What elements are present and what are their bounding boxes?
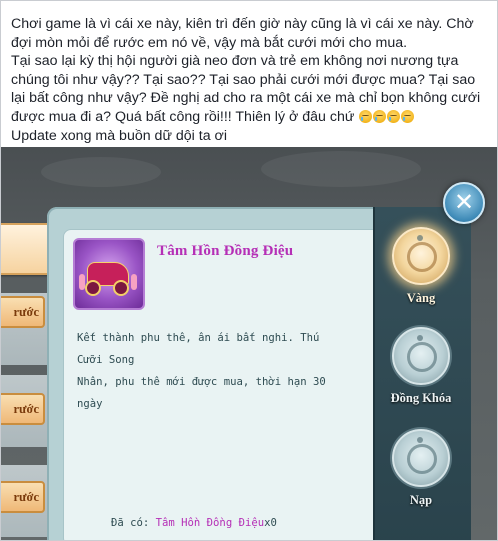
- tab-nap[interactable]: Nạp: [383, 429, 459, 508]
- background-texture: [261, 151, 421, 187]
- wedding-carriage-icon: [73, 238, 145, 310]
- description-line: Kết thành phu thê, ân ái bất nghi. Thú C…: [77, 332, 320, 366]
- figure: [79, 274, 85, 290]
- owned-number: x0: [264, 517, 277, 529]
- post-line: lại bất công như vậy? Đề nghị ad cho ra …: [11, 90, 481, 107]
- owned-item-name: Tâm Hồn Đồng Điệu: [155, 517, 265, 529]
- tab-label: Đồng Khóa: [390, 391, 452, 405]
- medal-dot: [417, 235, 423, 241]
- bound-copper-coin-icon: [392, 327, 450, 385]
- medal-ring: [407, 444, 437, 474]
- facebook-post: Chơi game là vì cái xe này, kiên trì đến…: [0, 0, 498, 541]
- sad-tear-face-icon: [373, 109, 387, 123]
- tab-vang[interactable]: Vàng: [383, 227, 459, 306]
- close-icon: ✕: [453, 188, 475, 216]
- sad-tear-face-icon: [387, 109, 401, 123]
- sad-tear-face-icon: [359, 109, 373, 123]
- tab-label: Vàng: [406, 291, 436, 305]
- recharge-coin-icon: [392, 429, 450, 487]
- tab-dong-khoa[interactable]: Đồng Khóa: [383, 327, 459, 406]
- post-line: được mua đi a? Quá bất công rồi!!! Thiên…: [11, 108, 355, 125]
- post-line: Tại sao lại kỳ thị hội người già neo đơn…: [11, 53, 459, 70]
- medal-ring: [407, 342, 437, 372]
- sad-tear-face-icon: [401, 109, 415, 123]
- post-line: chúng tôi như vậy?? Tại sao?? Tại sao ph…: [11, 71, 476, 88]
- medal-dot: [417, 335, 423, 341]
- close-button[interactable]: ✕: [443, 182, 485, 224]
- medal-dot: [417, 437, 423, 443]
- item-description: Kết thành phu thê, ân ái bất nghi. Thú C…: [77, 327, 337, 415]
- medal-ring: [407, 242, 437, 272]
- carriage-wheel: [113, 280, 129, 296]
- owned-label: Đã có:: [111, 517, 156, 529]
- post-body-text: Chơi game là vì cái xe này, kiên trì đến…: [11, 15, 491, 145]
- post-line: đợi mòn mỏi để rước em nó về, vậy mà bắt…: [11, 34, 408, 51]
- gold-coin-icon: [392, 227, 450, 285]
- left-wed-button[interactable]: rước: [1, 393, 45, 425]
- post-line: Update xong mà buồn dữ dội ta ơi: [11, 127, 227, 144]
- post-line: Chơi game là vì cái xe này, kiên trì đến…: [11, 16, 474, 32]
- left-wed-button[interactable]: rước: [1, 481, 45, 513]
- description-line: Nhân, phu thê mới được mua, thời hạn 30 …: [77, 376, 326, 410]
- background-texture: [41, 157, 161, 187]
- figure: [131, 274, 137, 290]
- carriage-wheel: [85, 280, 101, 296]
- game-screenshot: rước rước rước Tâm Hồn Đồng Điệu Kết thà…: [1, 147, 497, 540]
- owned-count: Đã có: Tâm Hồn Đồng Điệux0: [111, 517, 277, 529]
- left-wed-button[interactable]: rước: [1, 296, 45, 328]
- post-line-with-emoji: được mua đi a? Quá bất công rồi!!! Thiên…: [11, 108, 491, 127]
- tab-label: Nạp: [409, 493, 433, 507]
- left-list-card[interactable]: [1, 223, 51, 275]
- item-title: Tâm Hồn Đồng Điệu: [157, 243, 294, 259]
